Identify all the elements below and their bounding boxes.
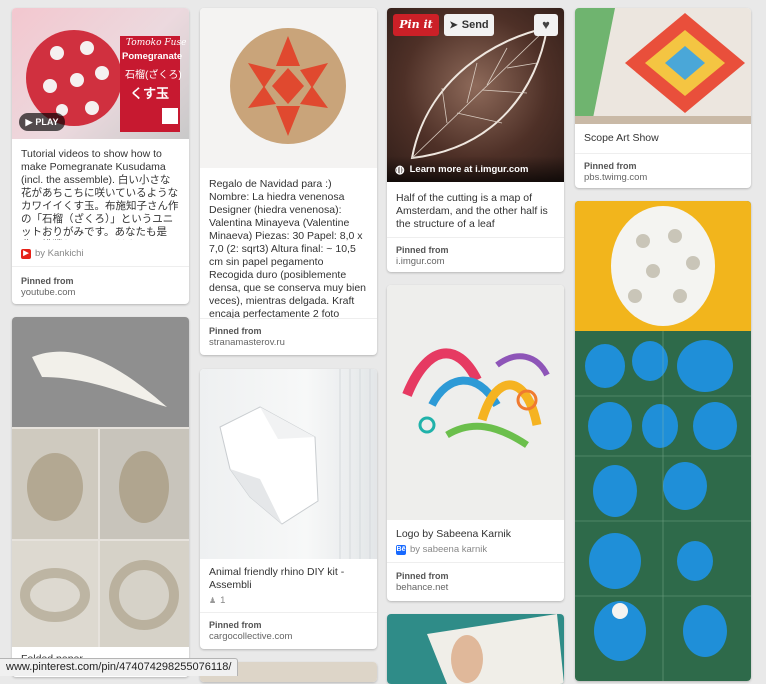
rhino-head-illustration	[219, 369, 371, 559]
pin-image-paper-quill[interactable]	[387, 285, 564, 520]
pin-image-hiedra[interactable]	[200, 8, 377, 168]
pin-image-folded-paper[interactable]	[12, 317, 189, 647]
overlay-author: Tomoko Fuse	[126, 38, 187, 48]
source-domain[interactable]: stranamasterov.ru	[209, 337, 285, 348]
pinned-from-label: Pinned from	[584, 161, 637, 171]
pin-image-leaf-map[interactable]: Pin it ➤ Send ♥ ◍ Learn more at i.imgur.…	[387, 8, 564, 182]
play-label: PLAY	[35, 117, 59, 127]
behance-icon: Bē	[396, 544, 406, 555]
divider	[387, 237, 564, 238]
pin-image-rhino[interactable]	[200, 369, 377, 559]
pin-description: Animal friendly rhino DIY kit - Assembli	[209, 566, 345, 591]
learn-more-link[interactable]: ◍ Learn more at i.imgur.com	[387, 156, 564, 182]
like-count[interactable]: ♟ 1	[209, 595, 225, 606]
divider	[12, 266, 189, 267]
pinned-from-label: Pinned from	[21, 276, 74, 286]
status-bar-url: www.pinterest.com/pin/474074298255076118…	[0, 658, 239, 676]
origami-star-illustration	[230, 28, 346, 144]
heart-icon: ♥	[542, 17, 550, 32]
pin-attribution[interactable]: ▶ by Kankichi	[21, 248, 84, 259]
pin-it-button[interactable]: Pin it	[393, 14, 439, 36]
quilled-letters-illustration	[402, 348, 550, 448]
like-count-value: 1	[220, 595, 226, 606]
egg-tutorial-collage	[575, 201, 751, 681]
pin-attribution-text: by Kankichi	[35, 248, 84, 259]
send-icon: ➤	[449, 19, 458, 31]
overlay-jp1: 石榴(ざくろ)	[125, 70, 182, 81]
pin-attribution[interactable]: Bē by sabeena karnik	[396, 544, 487, 555]
source-domain[interactable]: cargocollective.com	[209, 631, 292, 642]
pin-sabeena-logo[interactable]: Logo by Sabeena Karnik Bē by sabeena kar…	[387, 285, 564, 601]
pinned-from-label: Pinned from	[396, 245, 449, 255]
hands-cutting-illustration	[427, 614, 564, 684]
pin-description: Scope Art Show	[584, 132, 659, 144]
send-label: Send	[461, 19, 489, 31]
pin-description: Regalo de Navidad para :) Nombre: La hie…	[209, 178, 367, 320]
pin-attribution-text: by sabeena karnik	[410, 544, 488, 555]
divider	[200, 612, 377, 613]
overlay-jp2: くす玉	[130, 86, 170, 101]
pin-hiedra-venenosa[interactable]: Regalo de Navidad para :) Nombre: La hie…	[200, 8, 377, 355]
pin-scope-art[interactable]: Scope Art Show Pinned from pbs.twimg.com	[575, 8, 751, 188]
learn-more-text: Learn more at i.imgur.com	[409, 163, 529, 175]
pin-image-cutting-mat[interactable]	[387, 614, 564, 684]
pinned-from-label: Pinned from	[396, 571, 449, 581]
globe-icon: ◍	[395, 163, 405, 176]
play-button[interactable]: ▶ PLAY	[19, 113, 65, 131]
folded-paper-collage	[12, 317, 189, 647]
pin-kusudama[interactable]: Tomoko Fuse Pomegranate 石榴(ざくろ) くす玉 ▶ PL…	[12, 8, 189, 304]
crayon-art-illustration	[575, 8, 751, 124]
pin-description: Tutorial videos to show how to make Pome…	[21, 148, 179, 240]
pinned-from-label: Pinned from	[209, 326, 262, 336]
overlay-title: Pomegranate	[122, 51, 183, 62]
pin-image-scope-art[interactable]	[575, 8, 751, 124]
like-button[interactable]: ♥	[534, 14, 558, 36]
source-domain[interactable]: pbs.twimg.com	[584, 172, 647, 183]
pin-rhino-kit[interactable]: Animal friendly rhino DIY kit - Assembli…	[200, 369, 377, 649]
pin-description: Logo by Sabeena Karnik	[396, 528, 512, 540]
pin-image-egg-craft[interactable]	[575, 201, 751, 681]
pin-leaf-map[interactable]: Pin it ➤ Send ♥ ◍ Learn more at i.imgur.…	[387, 8, 564, 272]
source-domain[interactable]: i.imgur.com	[396, 256, 445, 267]
pin-egg-craft[interactable]	[575, 201, 751, 681]
play-icon: ▶	[25, 116, 33, 127]
divider	[200, 318, 377, 319]
divider	[387, 562, 564, 563]
pinned-from-label: Pinned from	[209, 620, 262, 630]
pin-partial-col3[interactable]	[387, 614, 564, 684]
divider	[575, 153, 751, 154]
pin-folded-paper[interactable]: Folded paper	[12, 317, 189, 677]
like-count-icon: ♟	[209, 596, 217, 605]
pin-image-kusudama[interactable]: Tomoko Fuse Pomegranate 石榴(ざくろ) くす玉 ▶ PL…	[12, 8, 189, 139]
source-domain[interactable]: behance.net	[396, 582, 448, 593]
youtube-icon: ▶	[21, 248, 31, 259]
source-domain[interactable]: youtube.com	[21, 287, 75, 298]
send-button[interactable]: ➤ Send	[444, 14, 494, 36]
pin-description: Half of the cutting is a map of Amsterda…	[396, 192, 548, 230]
